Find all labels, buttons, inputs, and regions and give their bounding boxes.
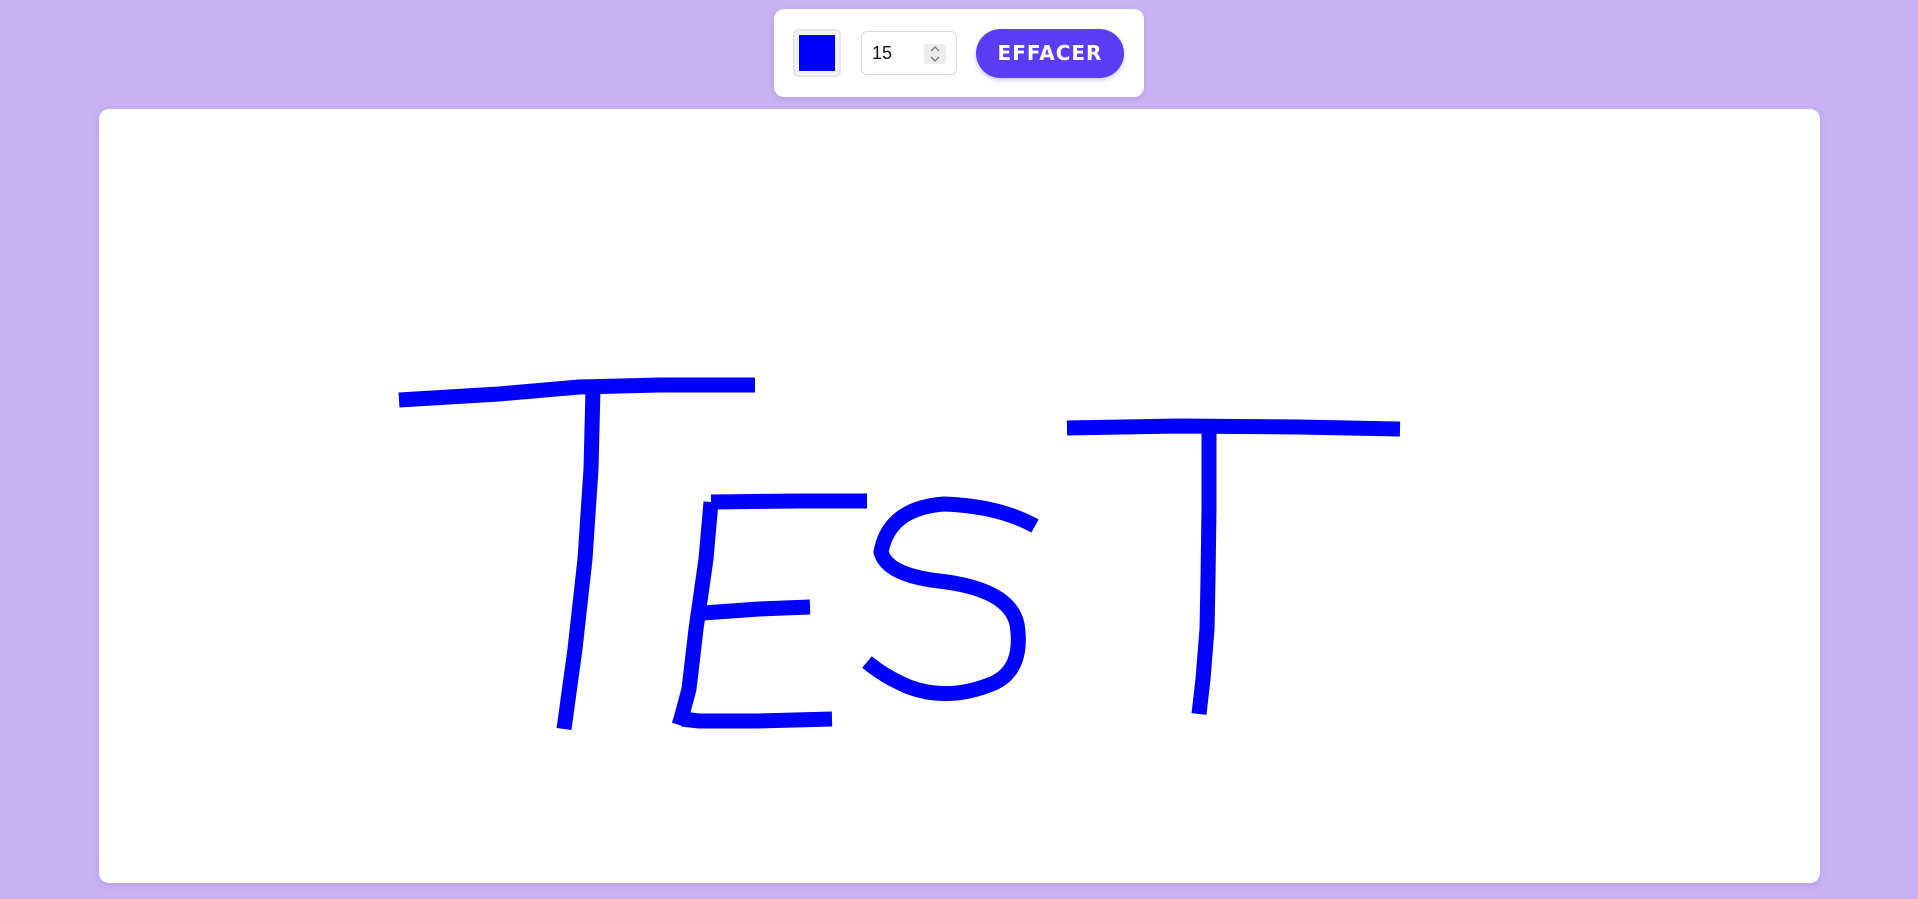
toolbar: 15 EFFACER [774,9,1144,97]
stroke-e-middle [702,599,811,621]
canvas-drawing [398,377,1401,731]
stroke-e-bottom [681,711,833,729]
brush-size-spinner [924,44,946,64]
color-picker[interactable] [793,29,841,77]
clear-button[interactable]: EFFACER [976,28,1124,78]
stroke-t1-stem [556,388,601,731]
stroke-t1-top [398,377,755,408]
drawing-canvas[interactable] [99,109,1820,883]
stroke-t2-top [1066,418,1401,437]
stroke-s [862,496,1039,702]
color-swatch [799,35,835,71]
stroke-e-top [710,493,867,510]
brush-size-input[interactable]: 15 [861,31,957,75]
stroke-t2-stem [1191,427,1217,715]
decrement-icon[interactable] [924,54,946,64]
brush-size-value: 15 [872,42,893,63]
drawing-app: 15 EFFACER [0,0,1918,899]
increment-icon[interactable] [924,44,946,54]
